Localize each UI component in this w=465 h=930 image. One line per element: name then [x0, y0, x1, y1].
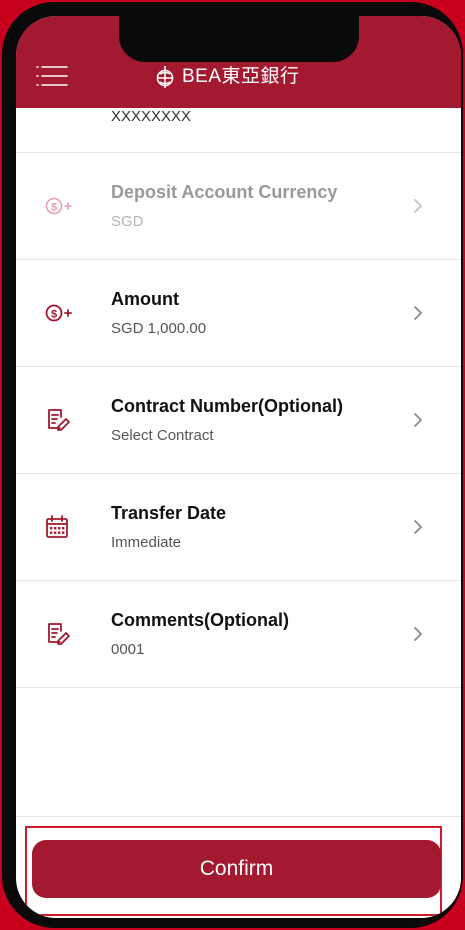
hamburger-menu-icon[interactable]	[36, 64, 68, 88]
row-value: Immediate	[111, 534, 182, 551]
row-title: Transfer Date	[111, 503, 227, 523]
dollar-plus-icon: $	[45, 197, 72, 215]
row-value: Select Contract	[111, 427, 214, 444]
row-title: Deposit Account Currency	[111, 182, 338, 202]
svg-text:$: $	[51, 202, 57, 214]
row-value: 0001	[111, 641, 145, 658]
chevron-right-icon	[414, 306, 422, 320]
edit-document-icon	[48, 409, 70, 431]
edit-document-icon	[48, 623, 70, 645]
chevron-right-icon	[414, 627, 422, 641]
row-title: Comments(Optional)	[111, 610, 289, 630]
row-value: SGD	[111, 213, 144, 230]
confirm-button[interactable]: Confirm	[32, 840, 441, 898]
amount-row[interactable]: $ Amount SGD 1,000.00	[16, 260, 461, 367]
transfer-details-list: XXXXXXXX $ Deposit Account Currency SGD	[16, 108, 461, 688]
app-screen: BEA東亞銀行 XXXXXXXX $ Deposit Account Curre…	[16, 16, 461, 918]
row-value: SGD 1,000.00	[111, 320, 207, 337]
dollar-plus-icon: $	[45, 304, 72, 322]
list-item-partial[interactable]: XXXXXXXX	[16, 108, 461, 153]
row-title: Contract Number(Optional)	[111, 396, 343, 416]
app-header: BEA東亞銀行	[16, 16, 461, 108]
transfer-date-row[interactable]: Transfer Date Immediate	[16, 474, 461, 581]
svg-text:$: $	[51, 309, 57, 321]
bea-emblem-icon	[156, 66, 174, 88]
deposit-account-currency-row[interactable]: $ Deposit Account Currency SGD	[16, 153, 461, 260]
footer-divider	[16, 816, 461, 817]
brand-name: BEA東亞銀行	[182, 66, 300, 87]
comments-row[interactable]: Comments(Optional) 0001	[16, 581, 461, 688]
chevron-right-icon	[414, 520, 422, 534]
row-title: Amount	[111, 289, 179, 309]
contract-number-row[interactable]: Contract Number(Optional) Select Contrac…	[16, 367, 461, 474]
calendar-icon	[46, 515, 68, 538]
device-notch	[119, 16, 359, 62]
phone-frame: BEA東亞銀行 XXXXXXXX $ Deposit Account Curre…	[2, 2, 463, 928]
chevron-right-icon	[414, 199, 422, 213]
bea-logo: BEA東亞銀行	[154, 64, 300, 90]
chevron-right-icon	[414, 413, 422, 427]
account-number-value: XXXXXXXX	[111, 108, 192, 125]
